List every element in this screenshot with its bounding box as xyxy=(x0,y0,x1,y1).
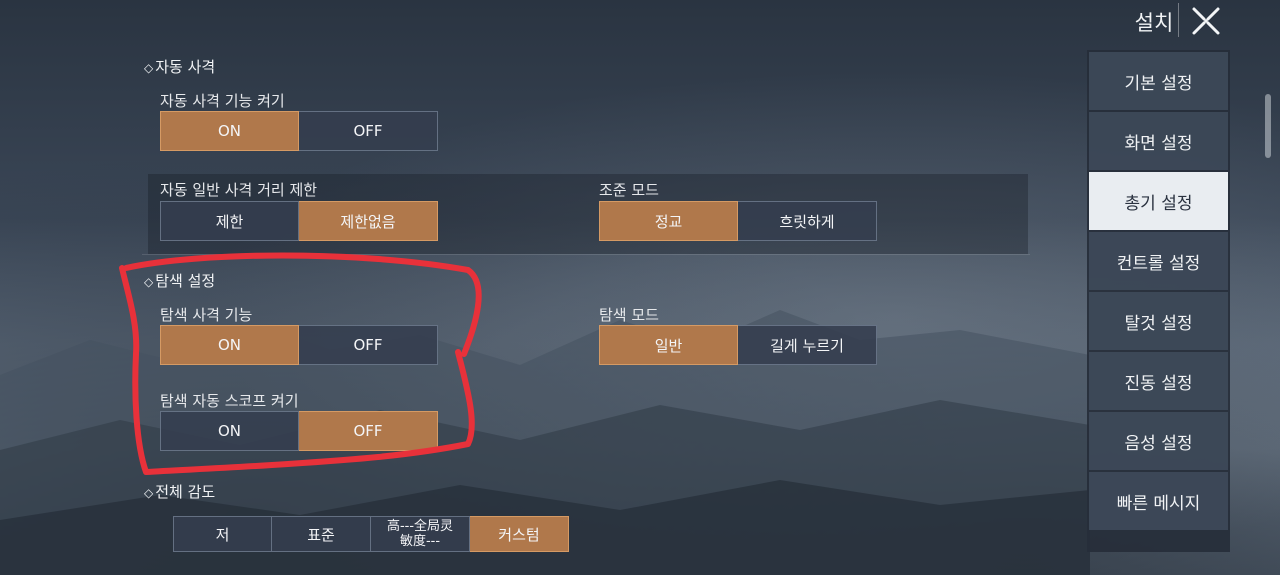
auto-fire-on-option[interactable]: ON xyxy=(160,111,299,151)
distance-unlimited-option[interactable]: 제한없음 xyxy=(299,201,438,241)
section-auto-fire-title: 자동 사격 xyxy=(155,58,216,76)
scan-fire-label: 탐색 사격 기능 xyxy=(160,306,253,324)
scan-mode-toggle: 일반 길게 누르기 xyxy=(599,325,877,365)
section-sensitivity-title: 전체 감도 xyxy=(155,483,216,501)
sidebar-item-quick-message[interactable]: 빠른 메시지 xyxy=(1089,472,1228,530)
sidebar-item-basic[interactable]: 기본 설정 xyxy=(1089,52,1228,110)
aim-blurry-option[interactable]: 흐릿하게 xyxy=(738,201,877,241)
sensitivity-custom-option[interactable]: 커스텀 xyxy=(470,516,569,552)
scan-fire-toggle: ON OFF xyxy=(160,325,438,365)
header-divider xyxy=(1178,3,1179,37)
section-scan-title: 탐색 설정 xyxy=(155,272,216,290)
sidebar-item-voice[interactable]: 음성 설정 xyxy=(1089,412,1228,470)
section-sensitivity: ◇ 전체 감도 xyxy=(144,483,216,501)
aim-mode-toggle: 정교 흐릿하게 xyxy=(599,201,877,241)
auto-scope-label: 탐색 자동 스코프 켜기 xyxy=(160,392,299,410)
sidebar-item-display[interactable]: 화면 설정 xyxy=(1089,112,1228,170)
distance-limit-toggle: 제한 제한없음 xyxy=(160,201,438,241)
auto-fire-off-option[interactable]: OFF xyxy=(299,111,438,151)
sensitivity-low-option[interactable]: 저 xyxy=(173,516,272,552)
top-bar: 설치 xyxy=(0,0,1280,42)
settings-title: 설치 xyxy=(1134,11,1174,35)
sensitivity-selector: 저 표준 高---全局灵 敏度--- 커스텀 xyxy=(173,516,569,552)
settings-sidebar: 기본 설정 화면 설정 총기 설정 컨트롤 설정 탈것 설정 진동 설정 음성 … xyxy=(1087,50,1230,552)
scan-mode-label: 탐색 모드 xyxy=(599,306,659,324)
section-divider xyxy=(142,254,1030,255)
close-button[interactable] xyxy=(1186,4,1226,38)
section-auto-fire: ◇ 자동 사격 xyxy=(144,58,216,76)
auto-scope-off-option[interactable]: OFF xyxy=(299,411,438,451)
sensitivity-standard-option[interactable]: 표준 xyxy=(272,516,371,552)
sidebar-item-controls[interactable]: 컨트롤 설정 xyxy=(1089,232,1228,290)
distance-limit-label: 자동 일반 사격 거리 제한 xyxy=(160,181,318,199)
aim-precise-option[interactable]: 정교 xyxy=(599,201,738,241)
scan-mode-normal-option[interactable]: 일반 xyxy=(599,325,738,365)
auto-fire-toggle: ON OFF xyxy=(160,111,438,151)
auto-scope-on-option[interactable]: ON xyxy=(160,411,299,451)
scan-fire-off-option[interactable]: OFF xyxy=(299,325,438,365)
distance-limit-option[interactable]: 제한 xyxy=(160,201,299,241)
sensitivity-high-option[interactable]: 高---全局灵 敏度--- xyxy=(371,516,470,552)
scan-mode-long-press-option[interactable]: 길게 누르기 xyxy=(738,325,877,365)
section-scan: ◇ 탐색 설정 xyxy=(144,272,216,290)
aim-mode-label: 조준 모드 xyxy=(599,181,659,199)
close-x-icon xyxy=(1192,7,1220,35)
auto-scope-toggle: ON OFF xyxy=(160,411,438,451)
sidebar-item-vibration[interactable]: 진동 설정 xyxy=(1089,352,1228,410)
auto-fire-toggle-label: 자동 사격 기능 켜기 xyxy=(160,92,285,110)
sidebar-scrollbar[interactable] xyxy=(1265,94,1271,158)
sidebar-item-weapon[interactable]: 총기 설정 xyxy=(1089,172,1228,230)
scan-fire-on-option[interactable]: ON xyxy=(160,325,299,365)
sidebar-item-vehicle[interactable]: 탈것 설정 xyxy=(1089,292,1228,350)
